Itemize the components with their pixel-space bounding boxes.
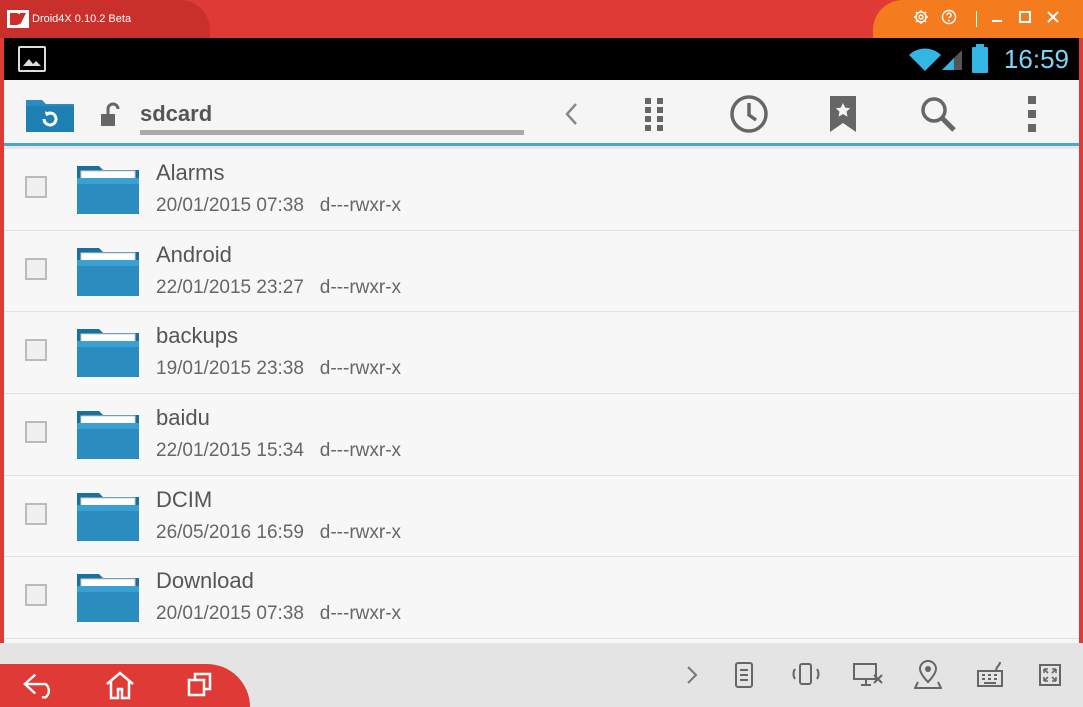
expand-arrow-icon[interactable] [674,658,710,692]
file-row[interactable]: backups 19/01/2015 23:38 d---rwxr-x [4,312,1079,395]
back-chevron-icon[interactable] [552,94,592,134]
file-list: Alarms 20/01/2015 07:38 d---rwxr-x Android… [4,149,1079,643]
home-icon[interactable] [102,668,138,702]
select-checkbox[interactable] [25,502,47,525]
folder-icon [77,329,139,378]
settings-icon[interactable] [911,9,931,29]
keyboard-icon[interactable] [972,658,1008,692]
unlock-icon[interactable] [98,102,124,128]
title-tab: Droid4X 0.10.2 Beta [0,0,210,38]
meta-spacer [304,195,320,216]
battery-icon [972,44,988,73]
folder-icon [77,411,139,460]
bookmark-icon[interactable] [823,94,863,134]
android-statusbar: 16:59 [4,38,1079,80]
file-row[interactable]: Android 22/01/2015 23:27 d---rwxr-x [4,231,1079,313]
emulator-bottombar [0,643,1083,707]
search-icon[interactable] [918,94,958,134]
frame-right [1079,38,1083,643]
folder-name: Alarms [156,160,225,185]
folder-icon [77,574,139,623]
folder-name: DCIM [156,486,213,512]
file-row[interactable]: Alarms 20/01/2015 07:38 d---rwxr-x [4,149,1079,231]
select-checkbox[interactable] [25,339,47,362]
droid4x-logo-icon [7,10,29,28]
meta-spacer [304,277,320,298]
select-checkbox[interactable] [25,421,47,444]
folder-icon [77,166,139,214]
android-nav-area [0,664,250,707]
gallery-notification-icon [18,46,46,72]
meta-spacer [304,440,320,461]
folder-meta: 20/01/2015 07:38 d---rwxr-x [156,195,401,217]
controls-divider [976,11,977,27]
folder-icon [77,492,139,541]
fullscreen-icon[interactable] [1032,658,1068,692]
folder-icon [77,247,139,296]
folder-permissions: d---rwxr-x [319,195,402,216]
folder-permissions: d---rwxr-x [319,603,402,625]
select-checkbox[interactable] [25,176,47,198]
location-icon[interactable] [910,658,946,692]
folder-meta: 26/05/2016 16:59 d---rwxr-x [156,522,401,544]
folder-permissions: d---rwxr-x [319,521,402,543]
help-icon[interactable] [939,9,959,29]
folder-date: 20/01/2015 07:38 [156,603,304,625]
folder-meta: 22/01/2015 15:34 d---rwxr-x [156,440,401,462]
recent-apps-icon[interactable] [182,668,218,702]
folder-name: Android [156,241,232,267]
folder-date: 20/01/2015 07:38 [156,195,304,216]
folder-meta: 19/01/2015 23:38 d---rwxr-x [156,358,401,380]
folder-meta: 22/01/2015 23:27 d---rwxr-x [156,277,401,299]
signal-icon [942,50,962,70]
screenshot-icon[interactable] [850,658,886,692]
maximize-icon[interactable] [1015,9,1035,29]
folder-name: backups [156,323,238,349]
status-clock: 16:59 [1003,44,1069,74]
wifi-icon [909,48,941,71]
select-checkbox[interactable] [25,584,47,607]
folder-permissions: d---rwxr-x [319,440,402,462]
window-controls [873,0,1083,38]
overflow-menu-icon[interactable] [1012,94,1052,134]
close-icon[interactable] [1043,9,1063,29]
meta-spacer [304,522,320,543]
shake-icon[interactable] [788,658,824,692]
folder-permissions: d---rwxr-x [319,276,402,298]
window-title: Droid4X 0.10.2 Beta [32,13,132,25]
folder-name: baidu [156,405,210,431]
folder-date: 22/01/2015 23:27 [156,276,304,298]
apk-install-icon[interactable] [726,658,762,692]
folder-meta: 20/01/2015 07:38 d---rwxr-x [156,603,401,625]
file-manager-actionbar: sdcard [4,80,1079,146]
folder-name: Download [156,568,254,594]
file-row[interactable]: baidu 22/01/2015 15:34 d---rwxr-x [4,394,1079,476]
grid-view-icon[interactable] [635,94,675,134]
app-folder-refresh-icon[interactable] [24,94,76,134]
folder-date: 19/01/2015 23:38 [156,358,304,380]
file-row[interactable]: DCIM 26/05/2016 16:59 d---rwxr-x [4,476,1079,558]
current-path[interactable]: sdcard [140,101,212,127]
back-icon[interactable] [22,668,58,702]
minimize-icon[interactable] [987,9,1007,29]
select-checkbox[interactable] [25,257,47,280]
path-underline [140,130,524,135]
meta-spacer [304,358,320,379]
meta-spacer [304,603,320,624]
history-icon[interactable] [729,94,769,134]
folder-date: 26/05/2016 16:59 [156,521,304,543]
folder-date: 22/01/2015 15:34 [156,440,304,462]
file-row[interactable]: Download 20/01/2015 07:38 d---rwxr-x [4,557,1079,640]
emulator-titlebar: Droid4X 0.10.2 Beta [0,0,1083,38]
folder-permissions: d---rwxr-x [319,358,402,380]
